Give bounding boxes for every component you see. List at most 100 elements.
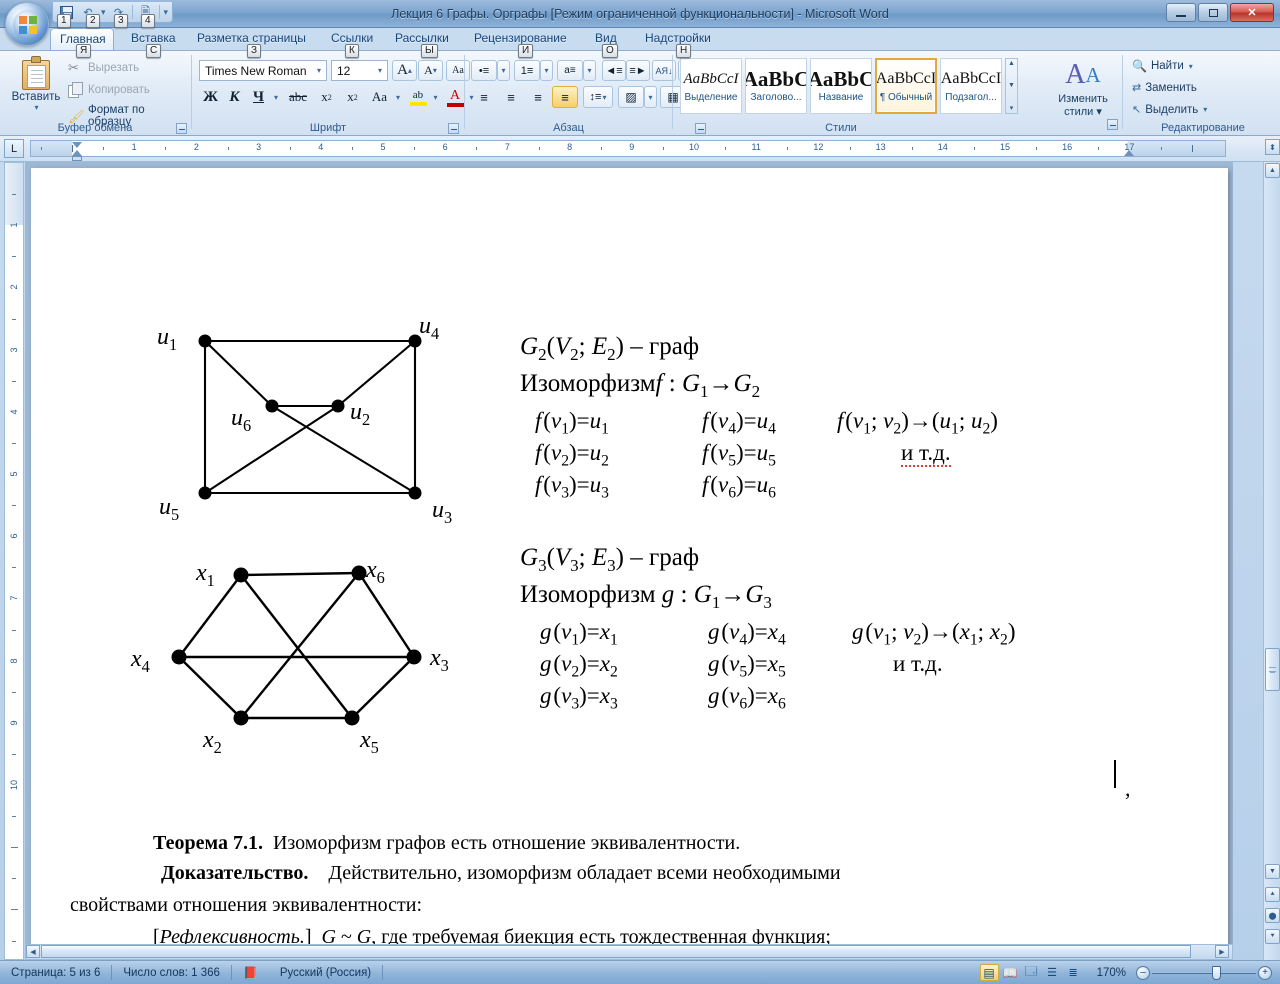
shrink-font-button[interactable]: A ▾ xyxy=(418,60,443,81)
numbering-button[interactable]: 1≡ xyxy=(514,60,540,81)
multilevel-chevron-down-icon[interactable]: ▾ xyxy=(583,60,596,81)
style-item-2[interactable]: AaBbC Название xyxy=(810,58,872,114)
shading-button[interactable]: ▨ xyxy=(618,86,644,108)
vertical-scrollbar[interactable]: ⬍ ▲ ▼ ⯅ ⬤ ⯆ xyxy=(1263,139,1280,960)
ruler-tick xyxy=(725,147,727,150)
vertical-scroll-thumb[interactable] xyxy=(1265,648,1280,691)
scroll-up-button[interactable]: ▲ xyxy=(1265,163,1280,178)
cut-button[interactable]: ✂ Вырезать xyxy=(68,60,139,75)
page-indicator[interactable]: Страница: 5 из 6 xyxy=(0,964,111,982)
highlight-chevron-down-icon[interactable]: ▾ xyxy=(430,86,441,108)
ruler-tick xyxy=(1036,147,1038,150)
gallery-up-icon[interactable]: ▲ xyxy=(1008,60,1015,67)
language-indicator[interactable]: Русский (Россия) xyxy=(269,964,382,982)
right-indent-marker[interactable] xyxy=(1124,150,1134,156)
font-size-combo[interactable]: 12 ▾ xyxy=(331,60,388,81)
select-button[interactable]: ↖ Выделить ▾ xyxy=(1132,103,1207,117)
multilevel-list-button[interactable]: a≡ xyxy=(557,60,583,81)
restore-button[interactable] xyxy=(1198,3,1228,22)
highlight-button[interactable]: ab xyxy=(406,86,430,108)
strikethrough-button[interactable]: abc xyxy=(284,86,312,108)
previous-page-button[interactable]: ⯅ xyxy=(1265,887,1280,902)
split-bar-icon[interactable]: ⬍ xyxy=(1265,139,1280,155)
gallery-more-icon[interactable]: ▾ xyxy=(1010,104,1014,112)
decrease-indent-button[interactable]: ◄≡ xyxy=(602,60,626,81)
grow-font-button[interactable]: A ▴ xyxy=(392,60,417,81)
find-button[interactable]: 🔍 Найти ▾ xyxy=(1132,59,1193,73)
paste-dropdown-icon[interactable]: ▾ xyxy=(34,103,38,112)
document-page[interactable]: u1 u4 u6 u2 u5 u3 x1 x6 x4 x3 x2 x5 G2(V2; E2) – гр… xyxy=(31,168,1228,960)
horizontal-scrollbar[interactable]: ◀ ▶ xyxy=(25,944,1233,960)
view-full-screen-reading-button[interactable]: 📖 xyxy=(1001,964,1020,981)
customize-qat-icon[interactable]: ▾ xyxy=(164,7,169,18)
replace-button[interactable]: ⇄ Заменить xyxy=(1132,81,1197,95)
change-case-button[interactable]: Aa xyxy=(366,86,393,108)
horizontal-ruler[interactable]: L 1 2 3 4 5 6 7 8 9 10 11 12 13 14 15 16 17 xyxy=(0,136,1280,162)
styles-gallery-scroll[interactable]: ▲ ▼ ▾ xyxy=(1005,58,1018,114)
ruler-bar: 1 2 3 4 5 6 7 8 9 10 11 12 13 14 15 16 17 xyxy=(30,140,1226,161)
gallery-down-icon[interactable]: ▼ xyxy=(1008,82,1015,89)
scroll-down-button[interactable]: ▼ xyxy=(1265,864,1280,879)
cut-label: Вырезать xyxy=(88,61,140,74)
zoom-in-button[interactable]: + xyxy=(1258,965,1272,980)
zoom-slider-thumb[interactable] xyxy=(1212,965,1221,980)
align-right-button[interactable]: ≡ xyxy=(525,86,551,108)
find-chevron-down-icon[interactable]: ▾ xyxy=(1189,62,1193,71)
italic-button[interactable]: К xyxy=(223,86,246,108)
view-draft-button[interactable]: ≣ xyxy=(1064,964,1083,981)
next-page-button[interactable]: ⯆ xyxy=(1265,929,1280,944)
bullets-button[interactable]: •≡ xyxy=(471,60,497,81)
proofing-status[interactable]: 📕 xyxy=(232,964,269,982)
view-web-layout-button[interactable]: 🗔 xyxy=(1022,964,1041,981)
scroll-right-button[interactable]: ▶ xyxy=(1215,945,1229,958)
zoom-level[interactable]: 170% xyxy=(1085,964,1134,982)
font-size-chevron-down-icon[interactable]: ▾ xyxy=(375,66,385,75)
zoom-out-button[interactable]: – xyxy=(1136,965,1150,980)
change-styles-button[interactable]: A A Изменить стили ▾ xyxy=(1048,52,1118,136)
font-name-combo[interactable]: Times New Roman ▾ xyxy=(199,60,327,81)
shading-chevron-down-icon[interactable]: ▾ xyxy=(644,86,657,108)
horizontal-scroll-thumb[interactable] xyxy=(41,945,1191,958)
change-case-chevron-down-icon[interactable]: ▾ xyxy=(392,86,404,108)
word-count[interactable]: Число слов: 1 366 xyxy=(112,964,231,982)
document-area[interactable]: u1 u4 u6 u2 u5 u3 x1 x6 x4 x3 x2 x5 G2(V2; E2) – гр… xyxy=(25,162,1233,960)
select-chevron-down-icon[interactable]: ▾ xyxy=(1203,105,1207,114)
first-line-indent-marker[interactable] xyxy=(72,142,82,148)
select-browse-object-button[interactable]: ⬤ xyxy=(1265,908,1280,923)
minimize-button[interactable] xyxy=(1166,3,1196,22)
styles-dialog-launcher[interactable] xyxy=(1107,119,1118,130)
zoom-slider[interactable] xyxy=(1152,965,1256,981)
style-item-4[interactable]: AaBbCcI Подзагол... xyxy=(940,58,1002,114)
left-indent-marker[interactable] xyxy=(72,156,82,161)
font-name-chevron-down-icon[interactable]: ▾ xyxy=(314,66,324,75)
bold-button[interactable]: Ж xyxy=(199,86,222,108)
style-item-3[interactable]: AaBbCcI ¶ Обычный xyxy=(875,58,937,114)
numbering-chevron-down-icon[interactable]: ▾ xyxy=(540,60,553,81)
increase-indent-button[interactable]: ≡► xyxy=(626,60,650,81)
tab-selector-button[interactable]: L xyxy=(4,139,24,158)
line-spacing-button[interactable]: ↕≡ ▾ xyxy=(583,86,613,108)
scroll-left-button[interactable]: ◀ xyxy=(26,945,40,958)
underline-chevron-down-icon[interactable]: ▾ xyxy=(270,86,282,108)
view-print-layout-button[interactable]: ▤ xyxy=(979,964,999,981)
clipboard-dialog-launcher[interactable] xyxy=(176,123,187,134)
style-item-0[interactable]: AaBbCcI Выделение xyxy=(680,58,742,114)
undo-dropdown-icon[interactable]: ▾ xyxy=(101,7,106,18)
view-outline-button[interactable]: ☰ xyxy=(1043,964,1062,981)
align-left-button[interactable]: ≡ xyxy=(471,86,497,108)
align-justify-button[interactable]: ≡ xyxy=(552,86,578,108)
align-center-button[interactable]: ≡ xyxy=(498,86,524,108)
bullets-chevron-down-icon[interactable]: ▾ xyxy=(497,60,510,81)
paste-button[interactable]: Вставить ▾ xyxy=(8,56,64,118)
style-name: Подзагол... xyxy=(945,92,997,103)
copy-button[interactable]: Копировать xyxy=(68,82,150,98)
superscript-button[interactable]: x2 xyxy=(340,86,365,108)
keytip-tab-home: Я xyxy=(76,44,92,58)
underline-button[interactable]: Ч xyxy=(247,86,270,108)
subscript-button[interactable]: x2 xyxy=(314,86,339,108)
font-dialog-launcher[interactable] xyxy=(448,123,459,134)
vertical-ruler[interactable]: 1 2 3 4 5 6 7 8 9 10 xyxy=(4,162,24,960)
style-item-1[interactable]: AaBbC Заголово... xyxy=(745,58,807,114)
close-button[interactable]: ✕ xyxy=(1230,3,1274,22)
office-button[interactable] xyxy=(5,2,49,46)
